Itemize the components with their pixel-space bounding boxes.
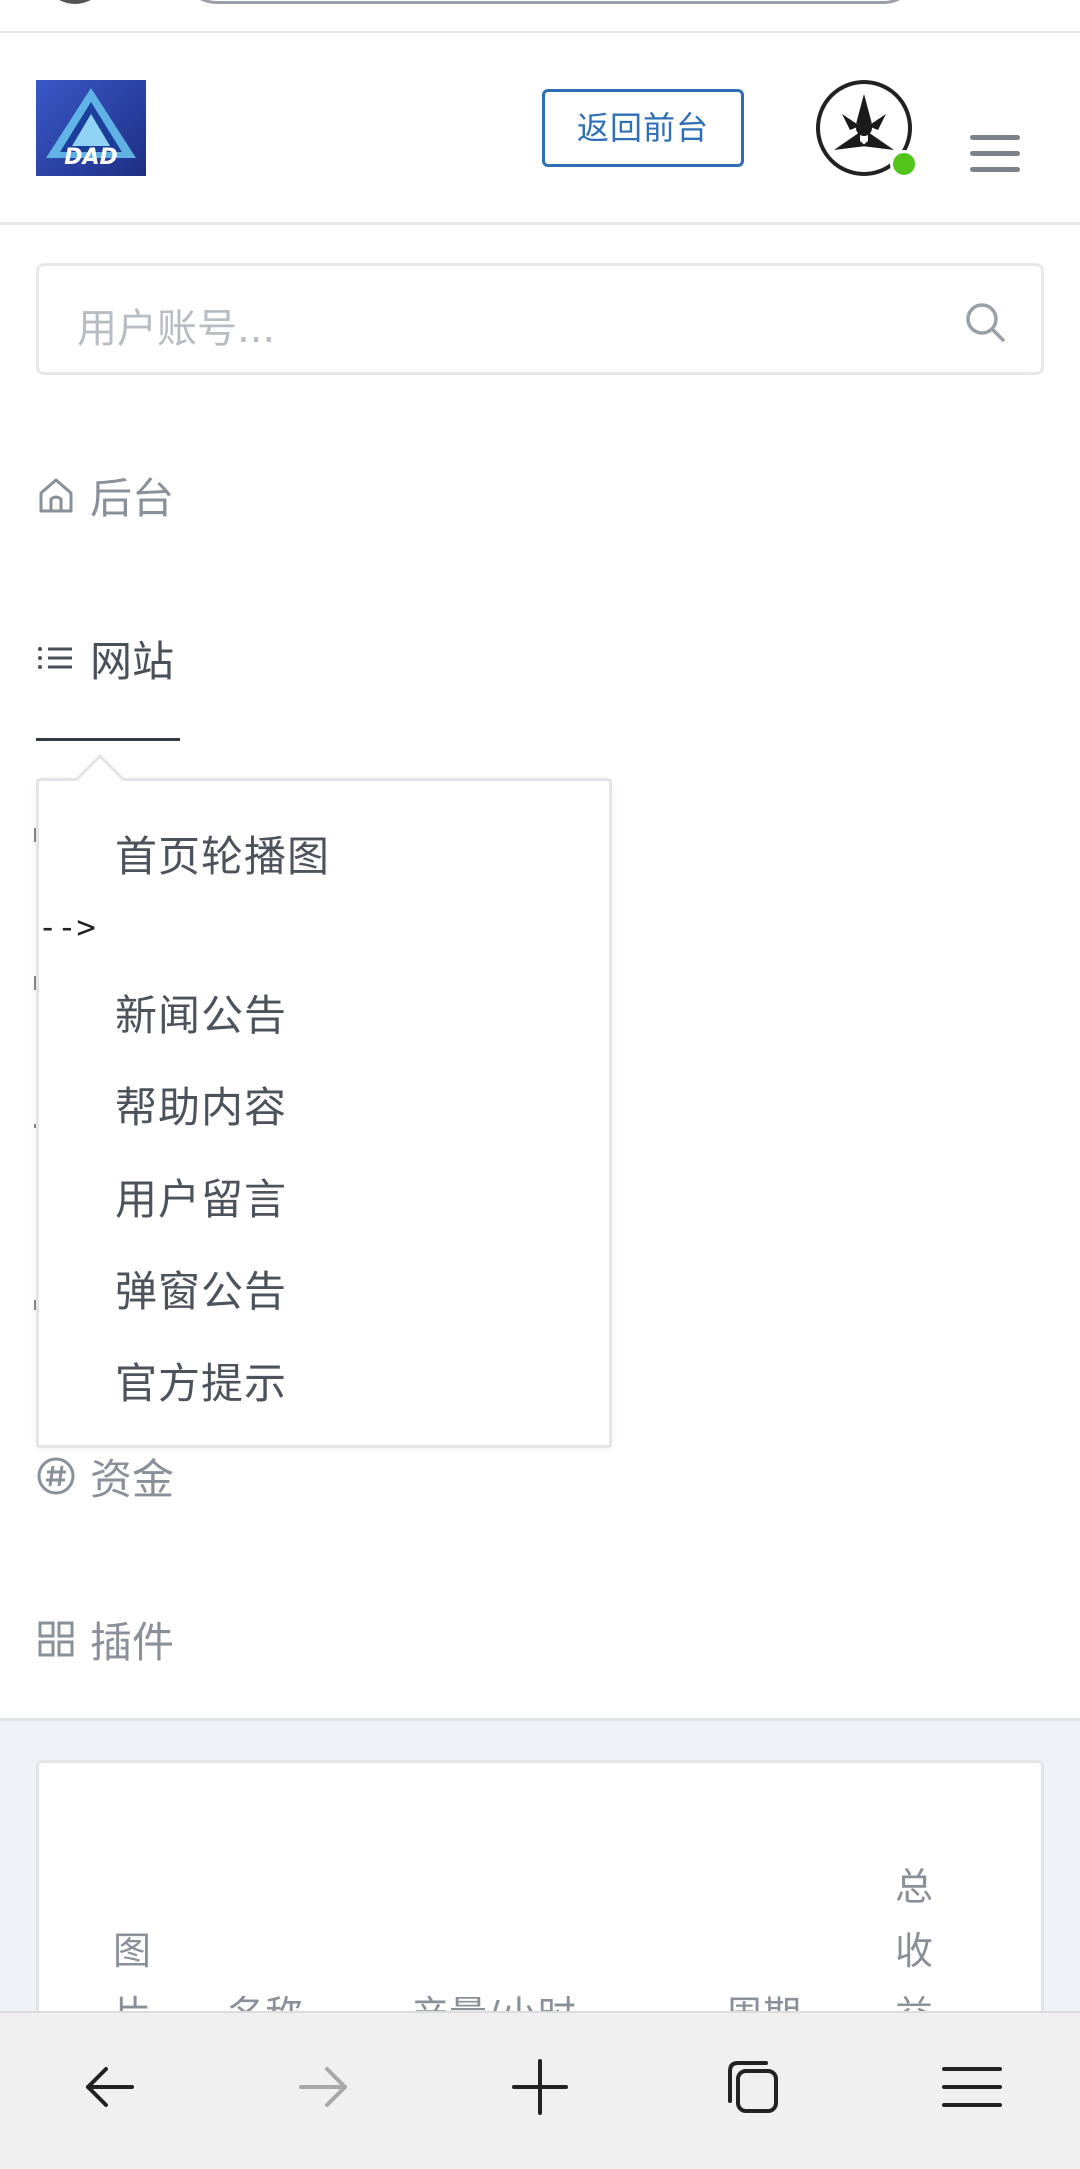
submenu-item-home-carousel[interactable]: 首页轮播图: [115, 823, 330, 884]
tabs-icon: [728, 2061, 778, 2113]
admin-header: DAD 返回前台: [0, 33, 1080, 225]
nav-item-website[interactable]: 网站: [36, 628, 174, 688]
menu-bar: [970, 167, 1020, 172]
logo-graphic: DAD: [46, 88, 136, 170]
menu-bar: [970, 135, 1020, 140]
browser-back-button[interactable]: [70, 2047, 150, 2127]
back-to-frontend-button[interactable]: 返回前台: [542, 89, 744, 167]
svg-text:DAD: DAD: [64, 145, 118, 170]
site-logo[interactable]: DAD: [36, 80, 146, 176]
active-nav-underline: [36, 738, 180, 741]
nav-item-backend[interactable]: 后台: [36, 465, 174, 525]
submenu-item-official-tips[interactable]: 官方提示: [115, 1350, 287, 1411]
back-arrow-icon: [86, 2067, 134, 2107]
hamburger-menu-icon: [942, 2067, 1002, 2107]
nav-item-plugins[interactable]: 插件: [36, 1609, 174, 1669]
website-submenu-dropdown: 首页轮播图 新闻公告 帮助内容 用户留言 弹窗公告 官方提示: [36, 753, 612, 1448]
table-header-price: 水价: [1043, 1919, 1044, 2020]
nav-item-label: 资金: [90, 1454, 175, 1504]
submenu-item-messages[interactable]: 用户留言: [115, 1166, 287, 1227]
search-icon[interactable]: [963, 300, 1007, 344]
home-icon: [39, 478, 73, 513]
browser-bottom-toolbar: [0, 2011, 1080, 2169]
submenu-item-news[interactable]: 新闻公告: [115, 982, 287, 1043]
forward-arrow-icon: [299, 2067, 347, 2107]
browser-avatar-fragment: [40, 0, 110, 4]
dropdown-arrow: [75, 753, 125, 803]
browser-forward-button[interactable]: [283, 2047, 363, 2127]
user-avatar[interactable]: [816, 80, 918, 178]
submenu-item-popup-notice[interactable]: 弹窗公告: [115, 1258, 287, 1319]
submenu-item-help[interactable]: 帮助内容: [115, 1074, 287, 1135]
stray-html-comment-text: -->: [38, 908, 96, 946]
browser-top-remnant: [0, 0, 1080, 33]
menu-bar: [970, 151, 1020, 156]
online-status-dot: [890, 150, 918, 178]
plus-icon: [512, 2059, 568, 2115]
hashtag-icon: [37, 1457, 75, 1495]
browser-url-bar-fragment[interactable]: [180, 0, 920, 4]
nav-item-label: 插件: [90, 1617, 175, 1667]
browser-tabs-button[interactable]: [716, 2047, 796, 2127]
data-table-card: 图片 名称 产量/小时 周期 总收益 水价: [36, 1760, 1044, 2020]
table-header-total-income: 总收益: [895, 1865, 934, 2020]
search-input[interactable]: 用户账号...: [77, 296, 275, 354]
header-menu-button[interactable]: [970, 135, 1022, 175]
table-header-image: 图片: [113, 1929, 152, 2020]
browser-menu-button[interactable]: [932, 2047, 1012, 2127]
browser-new-tab-button[interactable]: [500, 2047, 580, 2127]
list-icon: [38, 647, 72, 669]
user-account-search[interactable]: 用户账号...: [36, 263, 1044, 375]
nav-item-label: 后台: [90, 473, 175, 523]
nav-item-funds[interactable]: 资金: [36, 1446, 174, 1506]
grid-icon: [38, 1621, 74, 1657]
nav-item-label: 网站: [90, 636, 175, 686]
